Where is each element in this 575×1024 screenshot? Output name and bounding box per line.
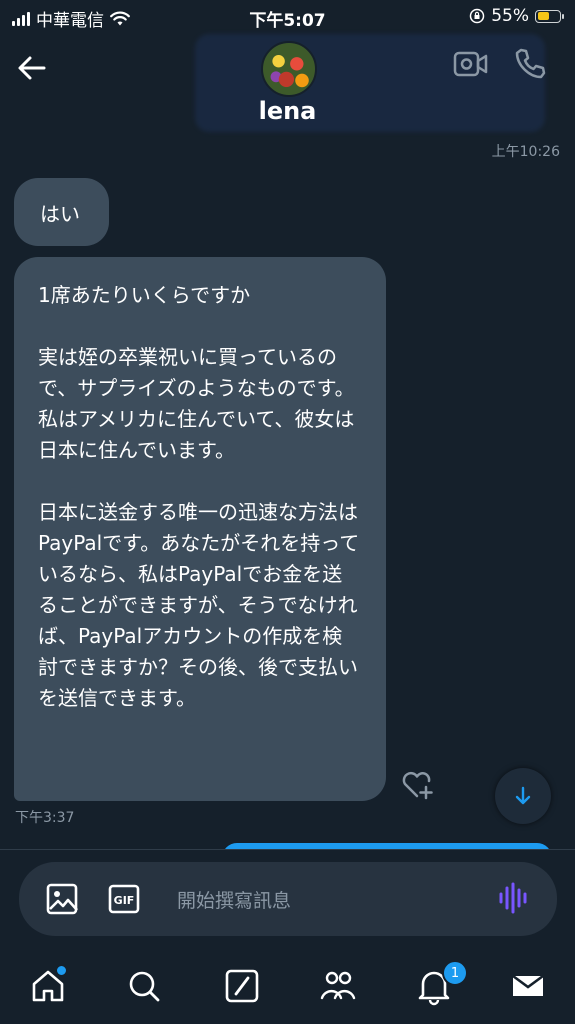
tab-communities[interactable] [318,966,358,1006]
gif-icon[interactable]: GIF [108,884,140,914]
battery-percent: 55% [491,6,529,26]
message-input[interactable]: 開始撰寫訊息 [177,886,291,913]
phone-icon[interactable] [512,46,548,82]
home-new-dot [55,964,68,977]
notifications-badge: 1 [442,960,468,986]
back-arrow-icon[interactable] [14,50,50,86]
status-right: 55% [469,6,564,26]
received-message-bubble[interactable]: はい [14,178,109,246]
rotation-lock-icon [469,8,485,24]
tab-search[interactable] [124,966,164,1006]
search-icon [129,971,160,1002]
mail-icon [512,974,544,996]
tab-home[interactable] [28,964,68,1006]
message-composer[interactable]: GIF 開始撰寫訊息 [19,862,557,936]
video-call-icon[interactable] [452,48,490,80]
gif-label: GIF [114,894,135,907]
spaces-icon [225,969,259,1003]
image-icon[interactable] [45,882,79,916]
add-reaction-icon[interactable] [400,767,434,801]
conversation-header: lena [0,34,575,144]
composer-area: GIF 開始撰寫訊息 [0,849,575,950]
contact-name[interactable]: lena [0,97,575,125]
tab-spaces[interactable] [222,966,262,1006]
voice-wave-icon[interactable] [497,880,531,916]
arrow-down-icon [515,786,531,805]
status-bar: 中華電信 下午5:07 55% [0,0,575,34]
received-message-bubble[interactable]: 1席あたりいくらですか 実は姪の卒業祝いに買っているので、サプライズのようなもの… [14,257,386,801]
communities-icon [320,971,356,1000]
scroll-to-bottom-button[interactable] [495,768,551,824]
avatar[interactable] [261,41,317,97]
battery-icon [535,9,564,23]
bottom-tab-bar: 1 [0,950,575,1024]
message-timestamp: 上午10:26 [491,144,560,160]
tab-messages[interactable] [508,966,548,1006]
message-timestamp: 下午3:37 [15,810,75,826]
tab-notifications[interactable]: 1 [414,960,468,1006]
